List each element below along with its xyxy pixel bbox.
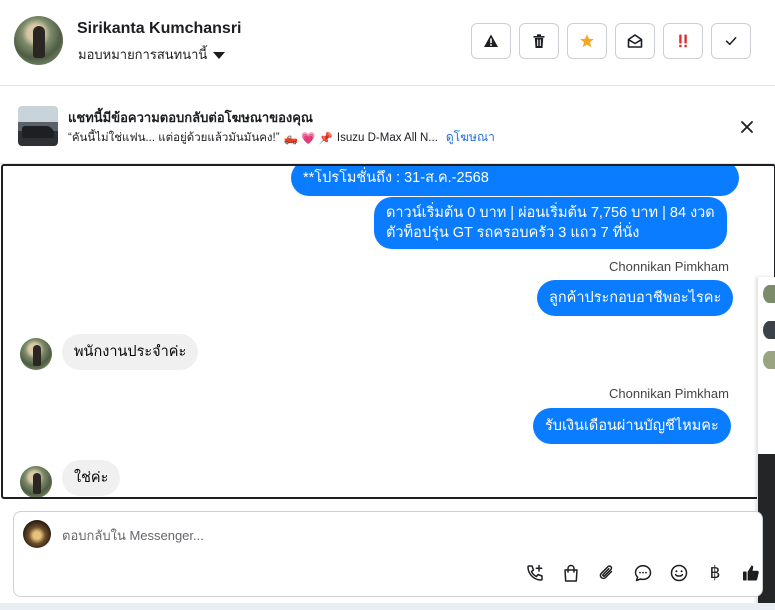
message-text: พนักงานประจำค่ะ <box>74 344 187 360</box>
call-add-button[interactable] <box>524 562 546 584</box>
view-ad-link[interactable]: ดูโฆษณา <box>446 128 495 147</box>
caret-down-icon <box>213 51 226 59</box>
message-text: ลูกค้าประกอบอาชีพอะไรคะ <box>549 290 722 306</box>
page-avatar <box>23 520 51 548</box>
report-spam-button[interactable] <box>471 23 511 59</box>
assign-conversation-dropdown[interactable]: มอบหมายการสนทนานี้ <box>78 44 226 65</box>
star-button[interactable] <box>567 23 607 59</box>
warning-icon <box>484 34 498 47</box>
conversation-thumb[interactable] <box>763 285 775 303</box>
shopping-bag-icon <box>564 564 578 582</box>
star-icon <box>580 34 594 48</box>
ad-reply-banner: แชทนี้มีข้อความตอบกลับต่อโฆษณาของคุณ “คั… <box>0 86 775 164</box>
message-bubble-incoming[interactable]: ใช่ค่ะ <box>62 460 121 496</box>
message-text-line: ตัวท็อปรุ่น GT รถครอบครัว 3 แถว 7 ที่นั่… <box>386 225 640 241</box>
sender-name: Chonnikan Pimkham <box>609 386 729 401</box>
conversation-thumb[interactable] <box>763 351 775 369</box>
check-icon <box>725 37 737 46</box>
reply-composer: ฿ <box>13 511 763 597</box>
ad-banner-subtitle: “คันนี้ไม่ใช่แฟน... แต่อยู่ด้วยแล้วมันมั… <box>68 128 495 147</box>
trash-icon <box>533 34 545 48</box>
conversation-thumb[interactable] <box>763 321 775 339</box>
follow-up-button[interactable] <box>663 23 703 59</box>
envelope-open-icon <box>627 34 643 48</box>
attach-button[interactable] <box>596 562 618 584</box>
ad-banner-title: แชทนี้มีข้อความตอบกลับต่อโฆษณาของคุณ <box>68 110 313 125</box>
double-exclamation-icon <box>679 34 687 48</box>
ad-emojis: 🛻 💗 📌 <box>283 132 333 145</box>
chat-bubble-icon <box>634 565 652 582</box>
payment-button[interactable]: ฿ <box>704 562 726 584</box>
messenger-inbox-thread: Sirikanta Kumchansri มอบหมายการสนทนานี้ <box>0 0 775 610</box>
paperclip-icon <box>599 565 613 580</box>
call-add-icon <box>527 564 543 581</box>
close-icon[interactable] <box>737 117 757 137</box>
saved-replies-button[interactable] <box>632 562 654 584</box>
mark-unread-button[interactable] <box>615 23 655 59</box>
message-bubble-outgoing[interactable]: ลูกค้าประกอบอาชีพอะไรคะ <box>537 280 734 316</box>
smiley-icon <box>670 564 688 582</box>
composer-tools: ฿ <box>524 562 762 584</box>
mark-done-button[interactable] <box>711 23 751 59</box>
message-text-line: ดาวน์เริ่มต้น 0 บาท | ผ่อนเริ่มต้น 7,756… <box>386 205 715 221</box>
footer-strip <box>0 603 775 610</box>
message-thread[interactable]: **โปรโมชั่นถึง : 31-ส.ค.-2568 ดาวน์เริ่ม… <box>1 164 775 499</box>
delete-button[interactable] <box>519 23 559 59</box>
ad-thumbnail[interactable] <box>18 106 58 146</box>
message-bubble-outgoing[interactable]: ดาวน์เริ่มต้น 0 บาท | ผ่อนเริ่มต้น 7,756… <box>374 197 727 249</box>
message-bubble-outgoing[interactable]: **โปรโมชั่นถึง : 31-ส.ค.-2568 <box>291 166 739 196</box>
thread-toolbar <box>471 23 751 59</box>
reply-input[interactable] <box>62 524 662 546</box>
contact-avatar-small[interactable] <box>20 466 52 497</box>
emoji-button[interactable] <box>668 562 690 584</box>
thumbs-up-icon <box>743 565 759 581</box>
contact-avatar[interactable] <box>14 16 63 65</box>
like-button[interactable] <box>740 562 762 584</box>
sender-name: Chonnikan Pimkham <box>609 259 729 274</box>
message-text: ใช่ค่ะ <box>74 470 109 486</box>
ad-name: Isuzu D-Max All N... <box>336 131 438 144</box>
message-text: รับเงินเดือนผ่านบัญชีไหมคะ <box>545 418 719 434</box>
ad-quote: “คันนี้ไม่ใช่แฟน... แต่อยู่ด้วยแล้วมันมั… <box>68 131 280 144</box>
shopping-bag-button[interactable] <box>560 562 582 584</box>
contact-avatar-small[interactable] <box>20 338 52 370</box>
thread-header: Sirikanta Kumchansri มอบหมายการสนทนานี้ <box>0 0 775 86</box>
message-text: **โปรโมชั่นถึง : 31-ส.ค.-2568 <box>303 170 489 186</box>
message-bubble-incoming[interactable]: พนักงานประจำค่ะ <box>62 334 199 370</box>
message-bubble-outgoing[interactable]: รับเงินเดือนผ่านบัญชีไหมคะ <box>533 408 731 444</box>
assign-label: มอบหมายการสนทนานี้ <box>78 47 208 62</box>
contact-name[interactable]: Sirikanta Kumchansri <box>77 20 242 38</box>
baht-icon: ฿ <box>709 563 721 583</box>
